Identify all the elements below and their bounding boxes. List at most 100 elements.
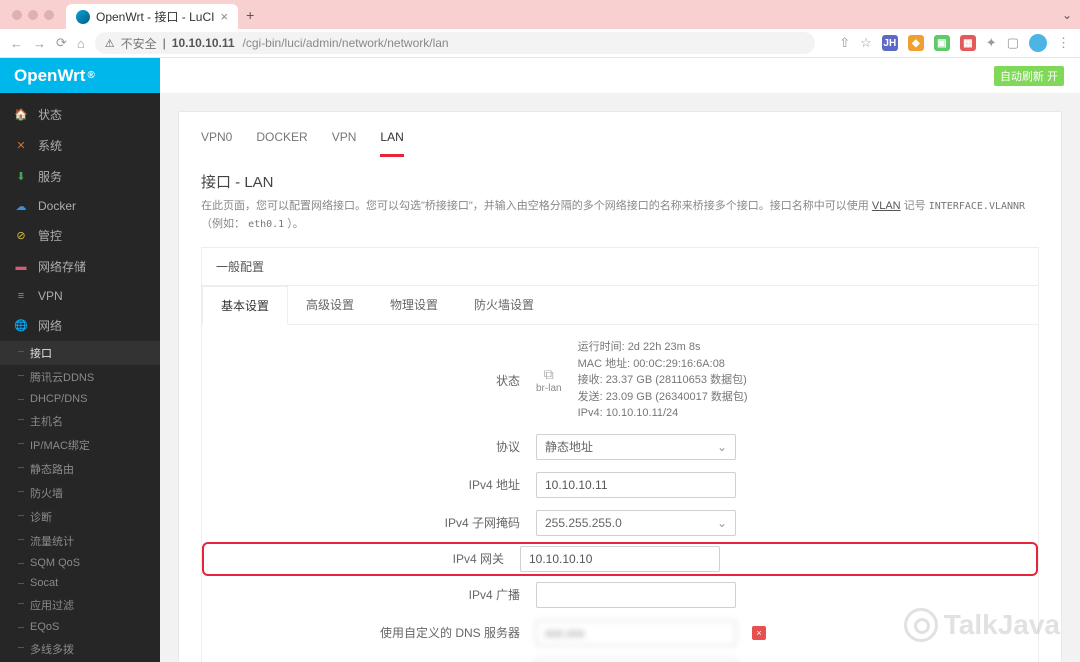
sidebar-sub-socat[interactable]: Socat	[0, 573, 160, 593]
sidebar-sub-firewall[interactable]: 防火墙	[0, 481, 160, 505]
browser-tab[interactable]: OpenWrt - 接口 - LuCI ×	[66, 4, 238, 29]
reload-icon[interactable]: ⟳	[56, 35, 67, 51]
sidebar-item-network[interactable]: 🌐网络	[0, 310, 160, 341]
tab-vpn0[interactable]: VPN0	[201, 130, 232, 157]
tab-docker[interactable]: DOCKER	[256, 130, 307, 157]
row-dns-2: ✚	[202, 652, 1038, 662]
section-title: 接口 - LAN	[201, 171, 1039, 192]
expand-tabs-icon[interactable]: ⌄	[1062, 8, 1072, 22]
sidebar-item-vpn[interactable]: ≡VPN	[0, 282, 160, 310]
row-ipv4-address: IPv4 地址	[202, 466, 1038, 504]
browser-toolbar: ← → ⟳ ⌂ ⚠ 不安全 | 10.10.10.11/cgi-bin/luci…	[0, 29, 1080, 58]
sidebar-sub-ipmac[interactable]: IP/MAC绑定	[0, 433, 160, 457]
sidebar-sub-dhcp[interactable]: DHCP/DNS	[0, 389, 160, 409]
ipv4-address-input[interactable]	[536, 472, 736, 498]
url-path: /cgi-bin/luci/admin/network/network/lan	[243, 36, 449, 50]
protocol-select[interactable]: 静态地址	[536, 434, 736, 460]
ipv4-gateway-input[interactable]	[520, 546, 720, 572]
sidebar-item-docker[interactable]: ☁Docker	[0, 192, 160, 220]
dns-input-2[interactable]	[536, 658, 736, 662]
section-description: 在此页面，您可以配置网络接口。您可以勾选"桥接接口"，并输入由空格分隔的多个网络…	[201, 198, 1039, 233]
sidebar: OpenWrt® 🏠状态 ✕系统 ⬇服务 ☁Docker ⊘管控 ▬网络存储 ≡…	[0, 58, 160, 662]
subtab-firewall[interactable]: 防火墙设置	[456, 286, 552, 324]
traffic-light-max[interactable]	[44, 10, 54, 20]
sidebar-sub-eqos[interactable]: EQoS	[0, 617, 160, 637]
autorefresh-badge[interactable]: 自动刷新 开	[994, 66, 1064, 86]
interface-tabs: VPN0 DOCKER VPN LAN	[201, 130, 1039, 157]
vpn-icon: ≡	[14, 290, 28, 302]
insecure-label: 不安全	[121, 35, 157, 52]
sidebar-item-status[interactable]: 🏠状态	[0, 99, 160, 130]
subtab-advanced[interactable]: 高级设置	[288, 286, 372, 324]
sidebar-item-storage[interactable]: ▬网络存储	[0, 251, 160, 282]
watermark-icon	[904, 608, 938, 642]
row-ipv4-mask: IPv4 子网掩码 255.255.255.0	[202, 504, 1038, 542]
tab-title: OpenWrt - 接口 - LuCI	[96, 8, 214, 25]
row-protocol: 协议 静态地址	[202, 428, 1038, 466]
close-tab-icon[interactable]: ×	[220, 9, 228, 24]
config-panel: VPN0 DOCKER VPN LAN 接口 - LAN 在此页面，您可以配置网…	[178, 111, 1062, 662]
vlan-link[interactable]: VLAN	[872, 200, 901, 212]
subtab-basic[interactable]: 基本设置	[202, 286, 288, 325]
dns-input-1[interactable]	[536, 620, 736, 646]
tab-vpn[interactable]: VPN	[332, 130, 357, 157]
back-icon[interactable]: ←	[10, 36, 23, 51]
subtab-physical[interactable]: 物理设置	[372, 286, 456, 324]
brand-logo[interactable]: OpenWrt®	[0, 58, 160, 93]
download-icon: ⬇	[14, 170, 28, 183]
extensions-icon[interactable]: ✦	[986, 35, 997, 51]
status-lines: 运行时间: 2d 22h 23m 8s MAC 地址: 00:0C:29:16:…	[578, 339, 748, 422]
extension-icon[interactable]: ▣	[934, 35, 950, 51]
extension-icon[interactable]: ▦	[960, 35, 976, 51]
extension-icon[interactable]: ◆	[908, 35, 924, 51]
sidebar-item-system[interactable]: ✕系统	[0, 130, 160, 161]
url-host: 10.10.10.11	[172, 36, 235, 50]
home-icon: 🏠	[14, 108, 28, 121]
traffic-light-close[interactable]	[12, 10, 22, 20]
sidebar-sub-appfilter[interactable]: 应用过滤	[0, 593, 160, 617]
insecure-icon: ⚠	[105, 37, 115, 50]
storage-icon: ▬	[14, 261, 28, 273]
row-status: 状态 ⧉ br-lan 运行时间: 2d 22h 23m 8s MAC 地址: …	[202, 333, 1038, 428]
bridge-icon: ⧉	[536, 366, 562, 383]
row-ipv4-gateway: IPv4 网关	[202, 542, 1038, 576]
address-bar[interactable]: ⚠ 不安全 | 10.10.10.11/cgi-bin/luci/admin/n…	[95, 32, 815, 54]
sidebar-sub-sqm[interactable]: SQM QoS	[0, 553, 160, 573]
sidebar-sub-routes[interactable]: 静态路由	[0, 457, 160, 481]
general-config-head: 一般配置	[202, 248, 1038, 286]
menu-icon[interactable]: ⋮	[1057, 35, 1070, 51]
sidebar-item-control[interactable]: ⊘管控	[0, 220, 160, 251]
panel-icon[interactable]: ▢	[1007, 35, 1019, 51]
browser-tab-strip: OpenWrt - 接口 - LuCI × + ⌄	[0, 0, 1080, 29]
general-config-box: 一般配置 基本设置 高级设置 物理设置 防火墙设置 状态 ⧉ br-lan	[201, 247, 1039, 662]
traffic-light-min[interactable]	[28, 10, 38, 20]
bookmark-icon[interactable]: ☆	[860, 35, 872, 51]
ipv4-mask-select[interactable]: 255.255.255.0	[536, 510, 736, 536]
sidebar-sub-interfaces[interactable]: 接口	[0, 341, 160, 365]
profile-avatar[interactable]	[1029, 34, 1047, 52]
new-tab-button[interactable]: +	[246, 7, 254, 23]
sidebar-sub-hostname[interactable]: 主机名	[0, 409, 160, 433]
sidebar-sub-traffic[interactable]: 流量统计	[0, 529, 160, 553]
window-controls	[12, 10, 54, 20]
ipv4-broadcast-input[interactable]	[536, 582, 736, 608]
delete-dns-icon[interactable]: ×	[752, 626, 766, 640]
share-icon[interactable]: ⇧	[839, 35, 850, 51]
tools-icon: ✕	[14, 139, 28, 152]
sidebar-sub-mwan[interactable]: 多线多拨	[0, 637, 160, 661]
tab-lan[interactable]: LAN	[380, 130, 403, 157]
main-content: 自动刷新 开 VPN0 DOCKER VPN LAN 接口 - LAN 在此页面…	[160, 58, 1080, 662]
docker-icon: ☁	[14, 200, 28, 213]
forward-icon[interactable]: →	[33, 36, 46, 51]
topbar: 自动刷新 开	[160, 58, 1080, 93]
sidebar-sub-diag[interactable]: 诊断	[0, 505, 160, 529]
home-icon[interactable]: ⌂	[77, 36, 85, 51]
sidebar-item-services[interactable]: ⬇服务	[0, 161, 160, 192]
globe-icon: 🌐	[14, 319, 28, 332]
extension-icon[interactable]: JH	[882, 35, 898, 51]
control-icon: ⊘	[14, 229, 28, 242]
sidebar-sub-ddns[interactable]: 腾讯云DDNS	[0, 365, 160, 389]
device-icon-block: ⧉ br-lan	[536, 366, 562, 394]
config-subtabs: 基本设置 高级设置 物理设置 防火墙设置	[202, 286, 1038, 325]
watermark: TalkJava	[904, 608, 1060, 642]
